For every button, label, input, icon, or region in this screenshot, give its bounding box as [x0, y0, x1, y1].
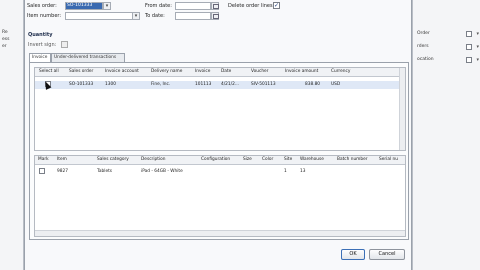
column-header[interactable]: Invoice account — [105, 69, 139, 74]
cell-warehouse: 13 — [300, 169, 306, 174]
column-header[interactable]: Invoice amount — [285, 69, 318, 74]
vertical-scrollbar[interactable] — [399, 68, 405, 150]
ok-button[interactable]: OK — [341, 249, 365, 260]
cell-invoice-account: 1300 — [105, 82, 116, 87]
invoice-tab-panel: Select all Sales order Invoice account D… — [29, 62, 409, 240]
column-header[interactable]: Size — [243, 157, 252, 162]
tab-invoice[interactable]: Invoice — [29, 53, 51, 62]
column-header[interactable]: Delivery name — [151, 69, 182, 74]
invoice-grid: Select all Sales order Invoice account D… — [34, 67, 406, 151]
sales-order-dropdown[interactable]: ▾ — [103, 2, 111, 10]
sales-order-label: Sales order: — [27, 3, 57, 9]
column-header[interactable]: Description — [141, 157, 165, 162]
background-left-pane: Re ess er — [0, 0, 24, 270]
background-label: Re — [2, 30, 8, 35]
background-checkbox[interactable] — [466, 57, 472, 63]
sales-order-field[interactable]: SO-101333 — [65, 2, 103, 10]
chevron-down-icon[interactable]: ▾ — [476, 44, 479, 50]
background-checkbox[interactable] — [466, 44, 472, 50]
invoice-grid-header: Select all Sales order Invoice account D… — [35, 68, 405, 77]
background-right-pane: Order ▾ rders ▾ ocation ▾ — [412, 0, 480, 270]
table-row[interactable]: 9827 Tablets iPad - 64GB - White 1 13 — [35, 168, 405, 176]
from-date-label: From date: — [145, 3, 172, 9]
background-label: ess — [2, 37, 10, 42]
from-date-field[interactable] — [175, 2, 211, 10]
column-header[interactable]: Item — [57, 157, 67, 162]
cell-sales-order: SO-101333 — [69, 82, 94, 87]
column-header[interactable]: Warehouse — [300, 157, 324, 162]
tab-under-delivered-transactions[interactable]: Under-delivered transactions — [51, 53, 125, 62]
column-header[interactable]: Currency — [331, 69, 350, 74]
column-header[interactable]: Configuration — [201, 157, 230, 162]
calendar-icon[interactable] — [211, 2, 219, 10]
cell-currency: USD — [331, 82, 341, 87]
cancel-button[interactable]: Cancel — [369, 249, 405, 260]
cell-sales-category: Tablets — [97, 169, 113, 174]
column-header[interactable]: Batch number — [337, 157, 368, 162]
column-header[interactable]: Mark — [38, 157, 49, 162]
quantity-section-title: Quantity — [28, 32, 53, 38]
background-checkbox[interactable] — [466, 31, 472, 37]
delete-order-lines-label: Delete order lines: — [228, 3, 275, 9]
lines-grid-header: Mark Item Sales category Description Con… — [35, 156, 405, 165]
horizontal-scrollbar[interactable] — [35, 230, 405, 236]
column-header[interactable]: Select all — [39, 69, 59, 74]
invoice-selection-dialog: Sales order: SO-101333 ▾ Item number: ▾ … — [24, 0, 412, 270]
cell-date: 4/21/2... — [221, 82, 239, 87]
cell-voucher: SIV-501113 — [251, 82, 276, 87]
mark-checkbox[interactable] — [39, 168, 45, 174]
invert-sign-label: Invert sign: — [28, 42, 57, 48]
chevron-down-icon[interactable]: ▾ — [476, 57, 479, 63]
invert-sign-checkbox[interactable] — [61, 41, 68, 48]
cell-invoice-amount: 838.80 — [305, 82, 321, 87]
item-number-field[interactable] — [65, 12, 133, 20]
cell-site: 1 — [284, 169, 287, 174]
column-header[interactable]: Invoice — [195, 69, 210, 74]
background-label: er — [2, 44, 7, 49]
chevron-down-icon[interactable]: ▾ — [476, 31, 479, 37]
cell-description: iPad - 64GB - White — [141, 169, 183, 174]
cell-item: 9827 — [57, 169, 68, 174]
delete-order-lines-checkbox[interactable]: ✓ — [273, 2, 280, 9]
to-date-label: To date: — [145, 13, 165, 19]
to-date-field[interactable] — [175, 12, 211, 20]
table-row[interactable]: SO-101333 1300 Fine, Inc. 101113 4/21/2.… — [35, 81, 405, 89]
invoice-lines-grid: Mark Item Sales category Description Con… — [34, 155, 406, 237]
column-header[interactable]: Voucher — [251, 69, 268, 74]
column-header[interactable]: Serial nu — [379, 157, 398, 162]
calendar-icon[interactable] — [211, 12, 219, 20]
column-header[interactable]: Color — [262, 157, 273, 162]
column-header[interactable]: Site — [284, 157, 292, 162]
cell-delivery-name: Fine, Inc. — [151, 82, 171, 87]
item-number-dropdown[interactable]: ▾ — [132, 12, 140, 20]
item-number-label: Item number: — [27, 13, 62, 19]
cell-invoice: 101113 — [195, 82, 212, 87]
column-header[interactable]: Date — [221, 69, 231, 74]
column-header[interactable]: Sales order — [69, 69, 93, 74]
column-header[interactable]: Sales category — [97, 157, 129, 162]
